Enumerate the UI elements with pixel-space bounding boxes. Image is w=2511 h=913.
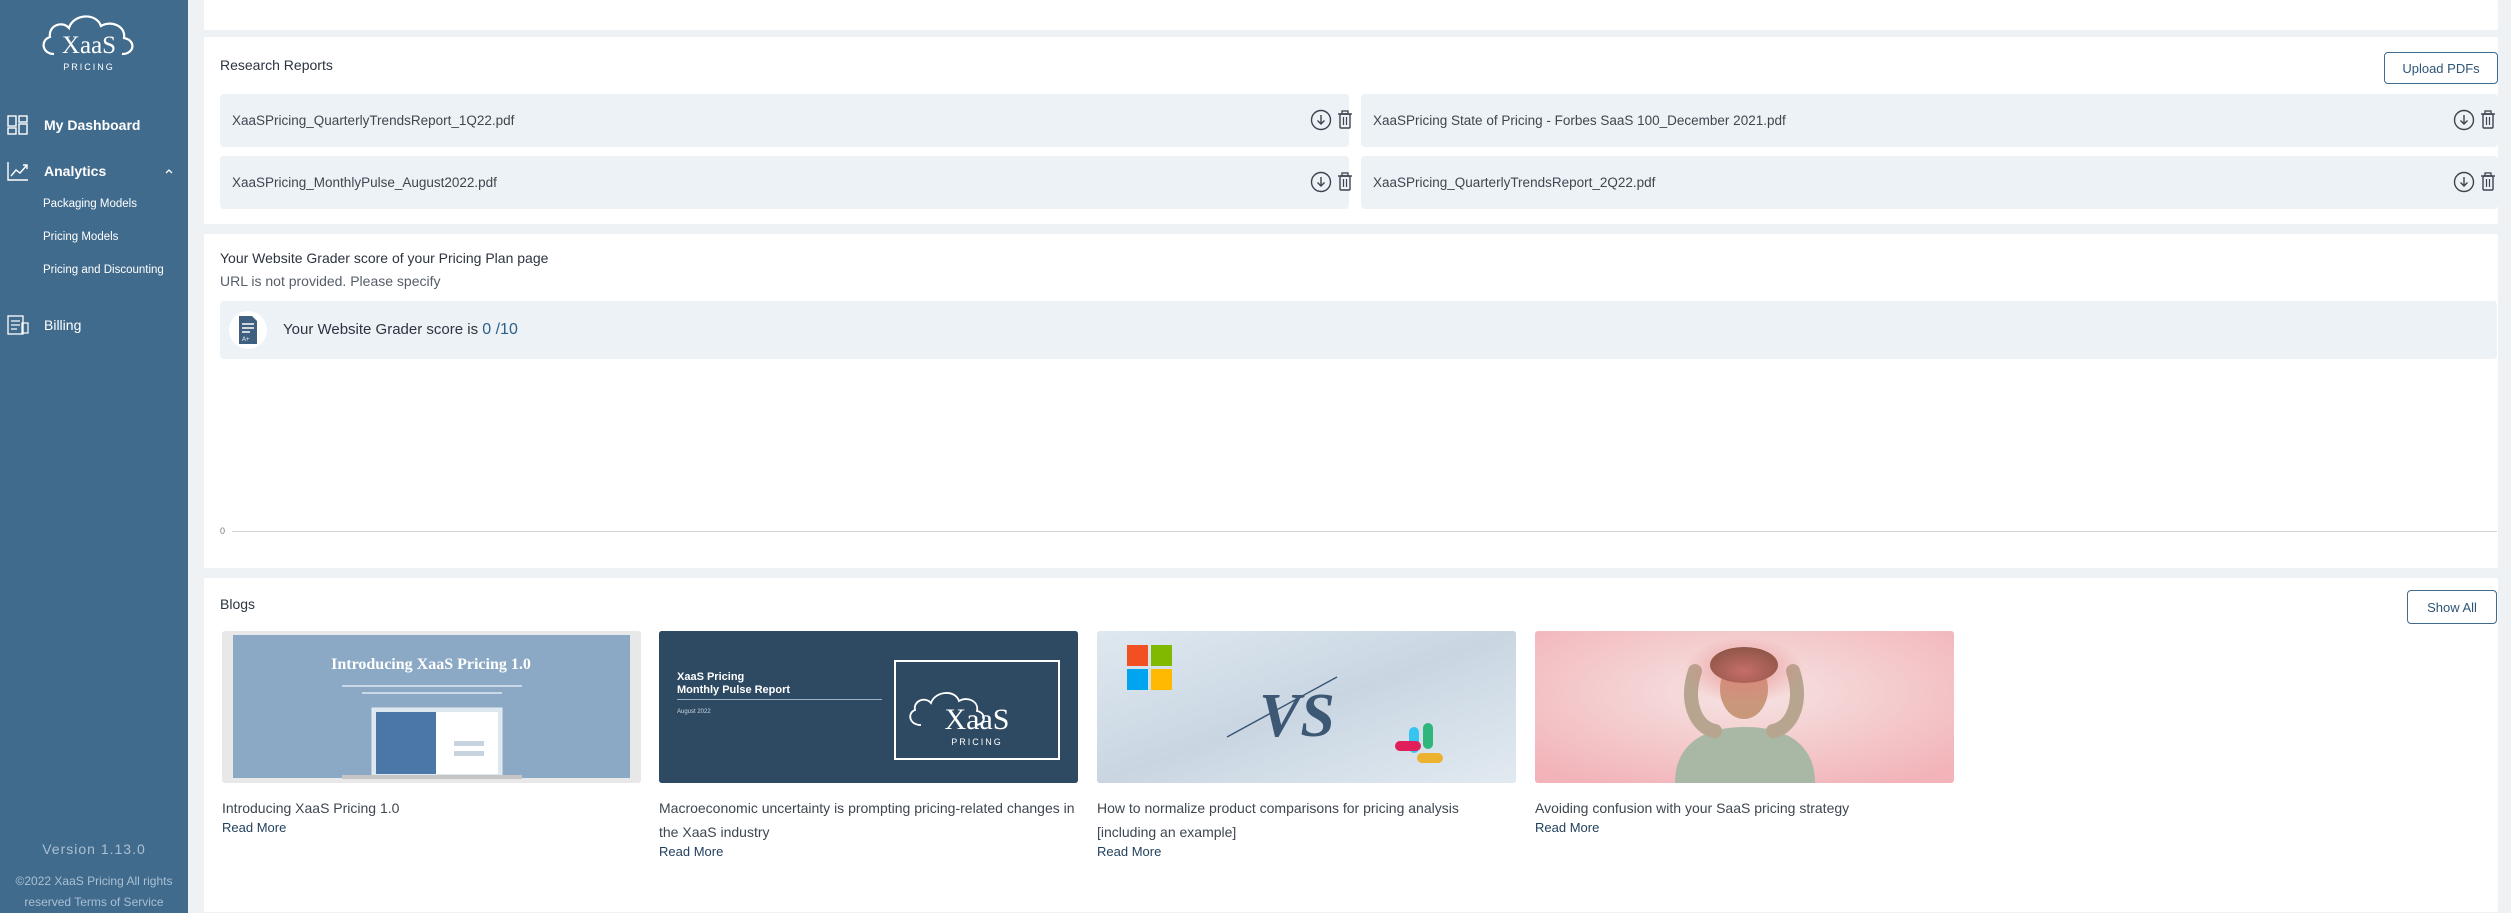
terms-of-service-link[interactable]: Terms of Service xyxy=(74,895,163,909)
chart-axis-zero: 0 xyxy=(220,526,226,536)
copyright-line1: ©2022 XaaS Pricing All rights xyxy=(15,874,173,888)
grader-score-text: Your Website Grader score is 0 /10 xyxy=(283,321,518,339)
report-filename: XaaSPricing State of Pricing - Forbes Sa… xyxy=(1373,113,1786,128)
report-item[interactable]: XaaSPricing_QuarterlyTrendsReport_1Q22.p… xyxy=(220,94,1352,147)
blog-thumbnail[interactable] xyxy=(1535,631,1954,783)
report-item[interactable]: XaaSPricing_MonthlyPulse_August2022.pdf xyxy=(220,156,1352,209)
nav-analytics-label: Analytics xyxy=(44,163,107,179)
download-icon[interactable] xyxy=(2453,109,2475,131)
url-not-provided-text: URL is not provided. Please specify xyxy=(220,273,441,289)
website-grader-card: Your Website Grader score of your Pricin… xyxy=(204,234,2498,568)
blog-thumb-date: August 2022 xyxy=(677,709,711,715)
trash-icon[interactable] xyxy=(1336,171,1354,193)
read-more-link[interactable]: Read More xyxy=(1535,820,1599,835)
grader-score-value: 0 /10 xyxy=(482,321,518,338)
xaas-pricing-logo[interactable]: XaaS PRICING xyxy=(36,6,142,76)
dashboard-icon xyxy=(7,115,29,135)
analytics-icon xyxy=(7,161,29,181)
nav-packaging-models[interactable]: Packaging Models xyxy=(43,198,137,210)
report-grade-icon: A+ xyxy=(228,310,268,350)
nav-my-dashboard[interactable]: My Dashboard xyxy=(0,110,188,140)
read-more-link[interactable]: Read More xyxy=(1097,844,1161,859)
billing-icon xyxy=(7,315,29,335)
download-icon[interactable] xyxy=(1310,109,1332,131)
blog-thumb-heading-line2: Monthly Pulse Report xyxy=(677,684,790,696)
read-more-link[interactable]: Read More xyxy=(659,844,723,859)
blog-thumbnail[interactable]: Introducing XaaS Pricing 1.0 xyxy=(222,631,641,783)
website-grader-title: Your Website Grader score of your Pricin… xyxy=(220,250,549,266)
blog-thumb-logo-sub: PRICING xyxy=(951,737,1003,747)
logo-text: XaaS xyxy=(62,32,116,59)
app-version: Version 1.13.0 xyxy=(42,841,146,857)
blog-thumb-heading-line1: XaaS Pricing xyxy=(677,671,744,683)
download-icon[interactable] xyxy=(2453,171,2475,193)
chevron-up-icon[interactable] xyxy=(163,164,175,176)
blog-title[interactable]: Avoiding confusion with your SaaS pricin… xyxy=(1535,796,1954,820)
copyright: ©2022 XaaS Pricing All rights reserved T… xyxy=(0,871,188,913)
read-more-link[interactable]: Read More xyxy=(222,820,286,835)
blog-thumb-vs: VS xyxy=(1259,682,1335,750)
blog-title[interactable]: Introducing XaaS Pricing 1.0 xyxy=(222,796,641,820)
report-filename: XaaSPricing_MonthlyPulse_August2022.pdf xyxy=(232,175,497,190)
research-reports-card: Research Reports Upload PDFs XaaSPricing… xyxy=(204,37,2498,224)
nav-pricing-models[interactable]: Pricing Models xyxy=(43,231,118,243)
blog-title[interactable]: How to normalize product comparisons for… xyxy=(1097,796,1516,844)
nav-my-dashboard-label: My Dashboard xyxy=(44,117,141,133)
sidebar: XaaS PRICING My Dashboard Analytics Pack… xyxy=(0,0,188,913)
nav-billing[interactable]: Billing xyxy=(0,310,188,340)
research-reports-title: Research Reports xyxy=(220,57,333,73)
report-filename: XaaSPricing_QuarterlyTrendsReport_1Q22.p… xyxy=(232,113,515,128)
top-card xyxy=(204,0,2498,30)
show-all-button[interactable]: Show All xyxy=(2407,590,2497,624)
report-item[interactable]: XaaSPricing_QuarterlyTrendsReport_2Q22.p… xyxy=(1361,156,2498,209)
chart-baseline xyxy=(232,531,2497,532)
blogs-title: Blogs xyxy=(220,596,256,612)
grader-score-label: Your Website Grader score is xyxy=(283,321,483,338)
blog-thumbnail[interactable]: VS xyxy=(1097,631,1516,783)
blog-title[interactable]: Macroeconomic uncertainty is prompting p… xyxy=(659,796,1078,844)
blogs-card: Blogs Show All Introducing XaaS Pricing … xyxy=(204,578,2498,912)
report-item[interactable]: XaaSPricing State of Pricing - Forbes Sa… xyxy=(1361,94,2498,147)
trash-icon[interactable] xyxy=(2479,109,2497,131)
report-filename: XaaSPricing_QuarterlyTrendsReport_2Q22.p… xyxy=(1373,175,1656,190)
upload-pdfs-button[interactable]: Upload PDFs xyxy=(2384,52,2498,84)
logo-subtext: PRICING xyxy=(63,62,115,72)
blog-thumb-heading: Introducing XaaS Pricing 1.0 xyxy=(331,656,531,673)
blog-thumbnail[interactable]: XaaS Pricing Monthly Pulse Report August… xyxy=(659,631,1078,783)
nav-billing-label: Billing xyxy=(44,317,82,333)
download-icon[interactable] xyxy=(1310,171,1332,193)
copyright-line2: reserved xyxy=(24,895,72,909)
trash-icon[interactable] xyxy=(1336,109,1354,131)
nav-pricing-and-discounting[interactable]: Pricing and Discounting xyxy=(43,264,164,276)
svg-text:A+: A+ xyxy=(242,337,250,343)
grader-score-panel: A+ Your Website Grader score is 0 /10 xyxy=(220,301,2497,359)
nav-analytics[interactable]: Analytics xyxy=(0,156,188,186)
blog-thumb-logo-text: XaaS xyxy=(945,703,1010,736)
trash-icon[interactable] xyxy=(2479,171,2497,193)
